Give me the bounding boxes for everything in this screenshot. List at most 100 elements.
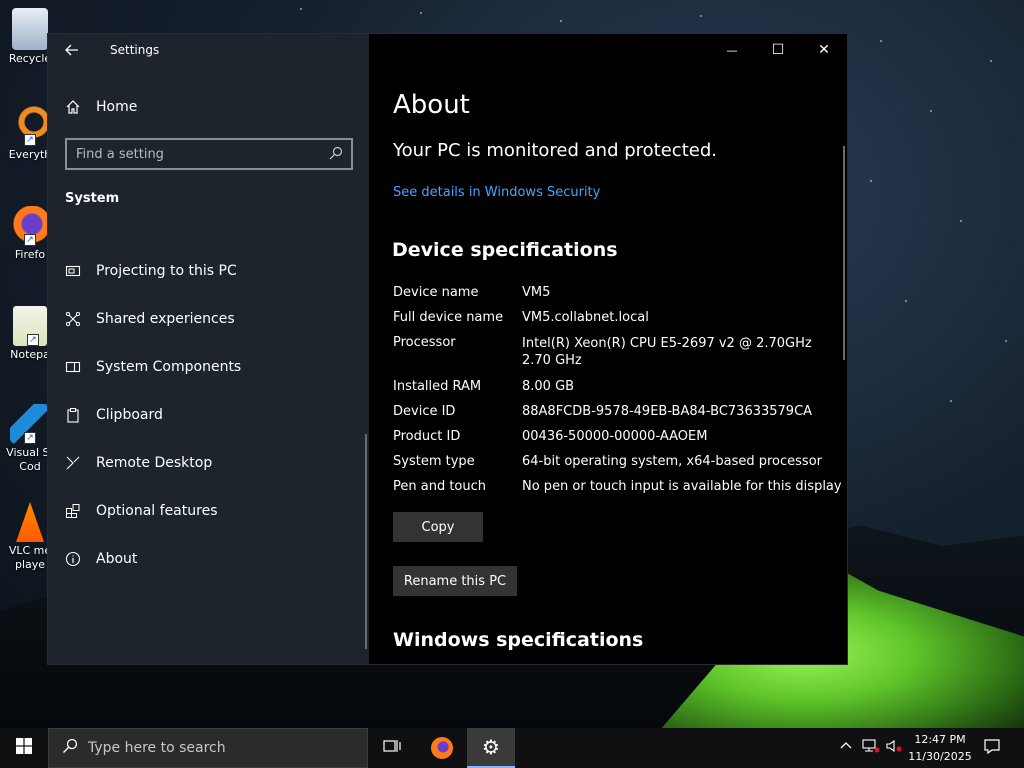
clock-time: 12:47 PM xyxy=(914,733,966,746)
everything-search-icon: ↗ xyxy=(10,106,50,146)
shortcut-arrow-icon: ↗ xyxy=(27,334,39,346)
content-scrollbar[interactable] xyxy=(843,146,845,360)
shortcut-arrow-icon: ↗ xyxy=(24,432,36,444)
nav-item-label: Remote Desktop xyxy=(96,455,213,471)
task-view-button[interactable] xyxy=(368,728,416,768)
maximize-button[interactable]: ☐ xyxy=(755,34,801,66)
windows-specs-heading: Windows specifications xyxy=(393,629,644,651)
windows-logo-icon xyxy=(16,738,32,758)
about-content-pane: — ☐ ✕ About Your PC is monitored and pro… xyxy=(369,34,847,664)
nav-item-label: Clipboard xyxy=(96,407,163,423)
nav-item-about[interactable]: About xyxy=(48,539,369,579)
spec-value: 88A8FCDB-9578-49EB-BA84-BC73633579CA xyxy=(522,404,813,419)
copy-button[interactable]: Copy xyxy=(393,512,483,542)
spec-row-full-device-name: Full device name VM5.collabnet.local xyxy=(393,310,843,326)
home-icon xyxy=(65,99,81,115)
nav-item-label: About xyxy=(96,551,138,567)
spec-key: Device ID xyxy=(393,404,456,419)
spec-value: 8.00 GB xyxy=(522,379,575,394)
windows-security-link[interactable]: See details in Windows Security xyxy=(393,185,600,200)
spec-key: Pen and touch xyxy=(393,479,487,494)
minimize-icon: — xyxy=(726,43,738,57)
protection-status: Your PC is monitored and protected. xyxy=(393,140,717,161)
spec-value: Intel(R) Xeon(R) CPU E5-2697 v2 @ 2.70GH… xyxy=(522,336,812,368)
find-setting-input[interactable] xyxy=(67,140,351,168)
spec-row-system-type: System type 64-bit operating system, x64… xyxy=(393,454,843,470)
clock-date: 11/30/2025 xyxy=(908,750,972,763)
spec-row-processor: Processor Intel(R) Xeon(R) CPU E5-2697 v… xyxy=(393,335,843,369)
rename-pc-button[interactable]: Rename this PC xyxy=(393,566,517,596)
optional-features-icon xyxy=(65,503,81,519)
app-title: Settings xyxy=(110,43,160,57)
page-title: About xyxy=(393,90,470,120)
nav-home-label: Home xyxy=(96,99,138,115)
nav-item-system-components[interactable]: System Components xyxy=(48,347,369,387)
taskbar-search-placeholder: Type here to search xyxy=(88,740,226,756)
spec-row-device-name: Device name VM5 xyxy=(393,285,843,301)
search-icon xyxy=(62,738,78,758)
gear-icon: ⚙ xyxy=(482,735,500,759)
spec-value: 64-bit operating system, x64-based proce… xyxy=(522,454,822,469)
maximize-icon: ☐ xyxy=(771,42,785,58)
notepad-plus-plus-icon: ↗ xyxy=(13,306,47,346)
nav-home[interactable]: Home xyxy=(48,87,369,127)
taskbar-search-box[interactable]: Type here to search xyxy=(48,728,368,768)
device-specs-heading: Device specifications xyxy=(392,239,618,261)
spec-value: VM5.collabnet.local xyxy=(522,310,649,325)
taskbar-firefox-button[interactable] xyxy=(418,728,466,768)
spec-value: No pen or touch input is available for t… xyxy=(522,479,842,494)
nav-item-label: Shared experiences xyxy=(96,311,235,327)
clipboard-icon xyxy=(65,407,81,423)
spec-value: VM5 xyxy=(522,285,551,300)
minimize-button[interactable]: — xyxy=(709,34,755,66)
nav-item-projecting[interactable]: Projecting to this PC xyxy=(48,251,369,291)
info-icon xyxy=(65,551,81,567)
remote-desktop-icon xyxy=(65,455,81,471)
shared-experiences-icon xyxy=(65,311,81,327)
spec-row-pen-and-touch: Pen and touch No pen or touch input is a… xyxy=(393,479,843,495)
volume-muted-icon[interactable] xyxy=(885,738,903,758)
action-center-icon[interactable] xyxy=(983,738,1001,758)
nav-item-shared-experiences[interactable]: Shared experiences xyxy=(48,299,369,339)
taskbar: Type here to search ⚙ 12:47 PM 11/30/202… xyxy=(0,728,1024,768)
firefox-icon: ↗ xyxy=(10,206,50,246)
close-button[interactable]: ✕ xyxy=(801,34,847,66)
projector-icon xyxy=(65,263,81,279)
vlc-cone-icon xyxy=(16,502,44,542)
settings-window: Settings Home System Projecting to this … xyxy=(47,33,848,665)
nav-item-optional-features[interactable]: Optional features xyxy=(48,491,369,531)
nav-item-remote-desktop[interactable]: Remote Desktop xyxy=(48,443,369,483)
shortcut-arrow-icon: ↗ xyxy=(24,134,36,146)
nav-item-label: System Components xyxy=(96,359,242,375)
spec-key: Device name xyxy=(393,285,479,300)
show-hidden-icons-chevron-icon[interactable] xyxy=(840,738,852,754)
taskbar-clock[interactable]: 12:47 PM 11/30/2025 xyxy=(905,731,975,765)
search-icon xyxy=(329,146,343,164)
vscode-icon: ↗ xyxy=(10,404,50,444)
close-icon: ✕ xyxy=(818,42,830,58)
spec-key: Full device name xyxy=(393,310,504,325)
nav-item-label: Projecting to this PC xyxy=(96,263,237,279)
spec-key: Installed RAM xyxy=(393,379,482,394)
recycle-bin-icon xyxy=(12,8,48,50)
nav-scrollbar[interactable] xyxy=(365,434,367,649)
taskbar-settings-button[interactable]: ⚙ xyxy=(467,728,515,768)
spec-row-installed-ram: Installed RAM 8.00 GB xyxy=(393,379,843,395)
spec-row-device-id: Device ID 88A8FCDB-9578-49EB-BA84-BC7363… xyxy=(393,404,843,420)
back-arrow-icon[interactable] xyxy=(64,42,88,60)
find-setting-search[interactable] xyxy=(65,138,353,170)
shortcut-arrow-icon: ↗ xyxy=(24,234,36,246)
nav-item-clipboard[interactable]: Clipboard xyxy=(48,395,369,435)
nav-section-title: System xyxy=(65,191,120,206)
nav-item-label: Optional features xyxy=(96,503,218,519)
network-icon[interactable] xyxy=(862,738,880,758)
start-button[interactable] xyxy=(0,728,48,768)
spec-key: Processor xyxy=(393,335,456,350)
task-view-icon xyxy=(383,738,401,759)
firefox-icon xyxy=(431,737,453,759)
spec-row-product-id: Product ID 00436-50000-00000-AAOEM xyxy=(393,429,843,445)
spec-value: 00436-50000-00000-AAOEM xyxy=(522,429,708,444)
system-components-icon xyxy=(65,359,81,375)
settings-nav-pane: Settings Home System Projecting to this … xyxy=(48,34,369,664)
spec-key: System type xyxy=(393,454,475,469)
